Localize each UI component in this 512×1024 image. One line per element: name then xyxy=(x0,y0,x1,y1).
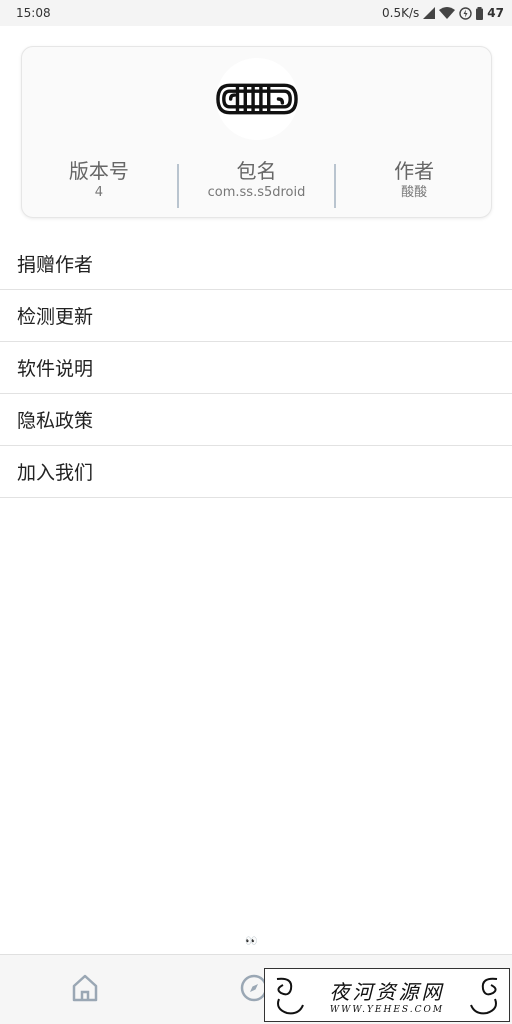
stat-version-title: 版本号 xyxy=(68,159,129,183)
charging-icon xyxy=(459,6,472,20)
menu-item-join-us[interactable]: 加入我们 xyxy=(0,446,512,498)
eyes-decoration: 👀 xyxy=(245,936,259,947)
network-speed: 0.5K/s xyxy=(382,6,420,20)
cell-signal-icon xyxy=(423,7,436,19)
ornament-icon xyxy=(276,977,304,1015)
stat-author-value: 酸酸 xyxy=(401,185,428,200)
menu-item-label: 检测更新 xyxy=(17,306,94,328)
battery-level: 47 xyxy=(487,6,504,20)
menu-item-donate[interactable]: 捐赠作者 xyxy=(0,238,512,290)
stat-author-title: 作者 xyxy=(394,159,435,183)
menu-item-label: 隐私政策 xyxy=(17,410,94,432)
menu-item-label: 加入我们 xyxy=(17,462,94,484)
home-icon[interactable] xyxy=(69,972,101,1004)
menu-item-label: 捐赠作者 xyxy=(17,254,94,276)
app-stats: 版本号 4 包名 com.ss.s5droid 作者 酸酸 xyxy=(21,158,492,210)
watermark-url: WWW.YEHES.COM xyxy=(329,1004,445,1015)
menu-item-label: 软件说明 xyxy=(17,358,94,380)
stat-package: 包名 com.ss.s5droid xyxy=(179,158,335,210)
stat-package-value: com.ss.s5droid xyxy=(207,185,306,200)
stat-version-value: 4 xyxy=(94,185,103,200)
stat-author: 作者 酸酸 xyxy=(336,158,492,210)
status-icons: 0.5K/s 47 xyxy=(382,6,504,20)
stat-package-title: 包名 xyxy=(236,159,277,183)
watermark-title: 夜河资源网 xyxy=(329,979,445,1004)
menu-item-check-update[interactable]: 检测更新 xyxy=(0,290,512,342)
settings-menu: 捐赠作者 检测更新 软件说明 隐私政策 加入我们 xyxy=(0,238,512,498)
app-logo xyxy=(216,58,298,140)
status-time: 15:08 xyxy=(16,6,51,20)
wifi-icon xyxy=(439,7,456,19)
ornament-icon xyxy=(470,977,498,1015)
status-bar: 15:08 0.5K/s 47 xyxy=(0,0,512,26)
menu-item-instructions[interactable]: 软件说明 xyxy=(0,342,512,394)
rope-coil-logo-icon xyxy=(216,83,298,115)
battery-icon xyxy=(476,6,484,20)
watermark: 夜河资源网 WWW.YEHES.COM xyxy=(264,968,510,1022)
stat-version: 版本号 4 xyxy=(21,158,177,210)
menu-item-privacy[interactable]: 隐私政策 xyxy=(0,394,512,446)
